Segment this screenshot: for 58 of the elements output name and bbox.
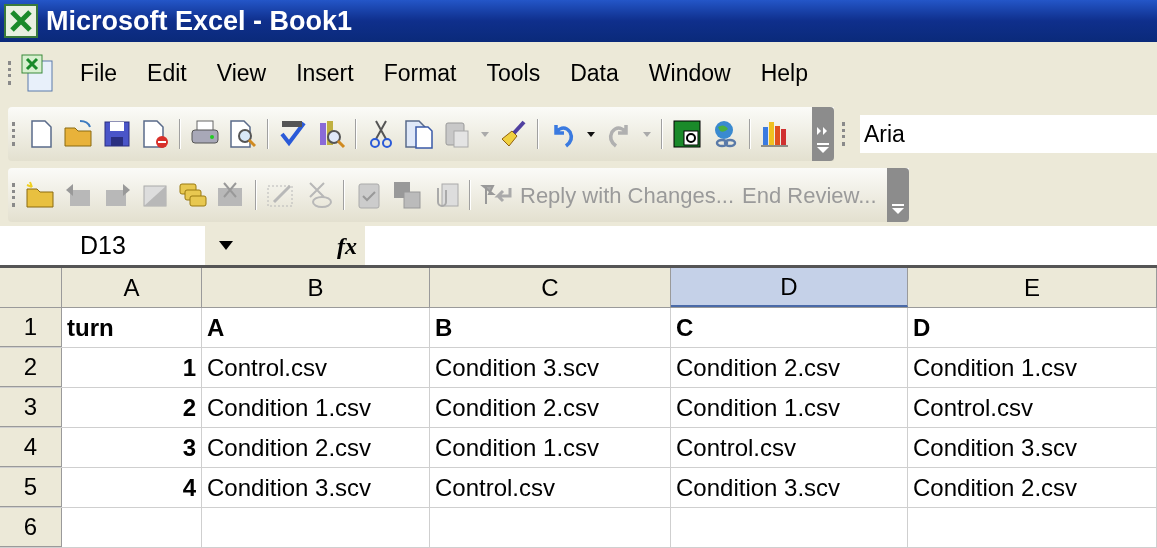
workbook-icon[interactable] bbox=[18, 53, 56, 93]
table-cell-text: Condition 2.csv bbox=[676, 352, 841, 383]
table-cell-text: C bbox=[676, 312, 694, 343]
row-header[interactable]: 1 bbox=[0, 308, 62, 347]
table-cell-text: Condition 3.scv bbox=[676, 472, 841, 503]
copy-icon[interactable] bbox=[402, 117, 436, 151]
table-cell-text: Condition 1.csv bbox=[207, 392, 372, 423]
row-header[interactable]: 2 bbox=[0, 348, 62, 387]
menu-item[interactable]: Window bbox=[640, 51, 739, 95]
table-cell-text: B bbox=[435, 312, 453, 343]
menu-item[interactable]: Help bbox=[752, 51, 816, 95]
column-header[interactable]: E bbox=[908, 268, 1157, 307]
table-cell-text: turn bbox=[67, 312, 114, 343]
menu-item[interactable]: Insert bbox=[288, 51, 362, 95]
table-cell-text: 2 bbox=[182, 392, 196, 423]
table-cell-text: 3 bbox=[182, 432, 196, 463]
spreadsheet-app-icon bbox=[4, 4, 38, 38]
insert-function-label[interactable]: fx bbox=[337, 227, 357, 264]
formula-input[interactable] bbox=[365, 226, 1157, 265]
table-cell-text: 1 bbox=[182, 352, 196, 383]
menu-item[interactable]: Edit bbox=[139, 51, 195, 95]
menu-item[interactable]: File bbox=[72, 51, 126, 95]
toolbar-options-button[interactable] bbox=[886, 168, 909, 222]
column-header[interactable]: A bbox=[62, 268, 202, 307]
row-header[interactable]: 6 bbox=[0, 508, 62, 547]
table-cell-text: Control.csv bbox=[676, 432, 797, 463]
table-cell-text: Control.csv bbox=[207, 352, 328, 383]
dropdown-arrow-icon bbox=[891, 204, 904, 214]
table-cell-text: Condition 2.csv bbox=[207, 432, 372, 463]
menu-item[interactable]: Tools bbox=[478, 51, 549, 95]
table-cell-text: Condition 1.csv bbox=[676, 392, 841, 423]
menu-item[interactable]: Data bbox=[562, 51, 627, 95]
column-header[interactable]: B bbox=[202, 268, 430, 307]
name-box[interactable]: D13 bbox=[0, 226, 205, 265]
row-header[interactable]: 5 bbox=[0, 468, 62, 507]
menu-item[interactable]: View bbox=[208, 51, 275, 95]
table-cell-text: Condition 3.scv bbox=[207, 472, 372, 503]
more-chevron-icon bbox=[817, 127, 829, 135]
table-cell-text: Condition 2.csv bbox=[435, 392, 600, 423]
row-header[interactable]: 4 bbox=[0, 428, 62, 467]
dropdown-arrow-icon[interactable] bbox=[219, 240, 233, 251]
table-cell-text: Condition 3.scv bbox=[435, 352, 600, 383]
menu-item[interactable]: Format bbox=[375, 51, 465, 95]
table-cell-text: Condition 1.csv bbox=[435, 432, 600, 463]
table-cell-text: 4 bbox=[182, 472, 196, 503]
table-cell-text: Condition 3.scv bbox=[913, 432, 1078, 463]
window-title: Microsoft Excel - Book1 bbox=[46, 4, 353, 38]
table-cell-text: Control.csv bbox=[435, 472, 556, 503]
toolbar-options-button[interactable] bbox=[812, 107, 834, 161]
table-cell-text: A bbox=[207, 312, 225, 343]
column-header[interactable]: D bbox=[671, 268, 908, 307]
table-cell-text: Condition 1.csv bbox=[913, 352, 1078, 383]
table-cell-text: D bbox=[913, 312, 931, 343]
row-header[interactable]: 3 bbox=[0, 388, 62, 427]
table-cell-text: Condition 2.csv bbox=[913, 472, 1078, 503]
table-cell-text: Control.csv bbox=[913, 392, 1034, 423]
dropdown-arrow-icon bbox=[817, 143, 829, 153]
font-name-field[interactable]: Aria bbox=[860, 115, 1157, 153]
